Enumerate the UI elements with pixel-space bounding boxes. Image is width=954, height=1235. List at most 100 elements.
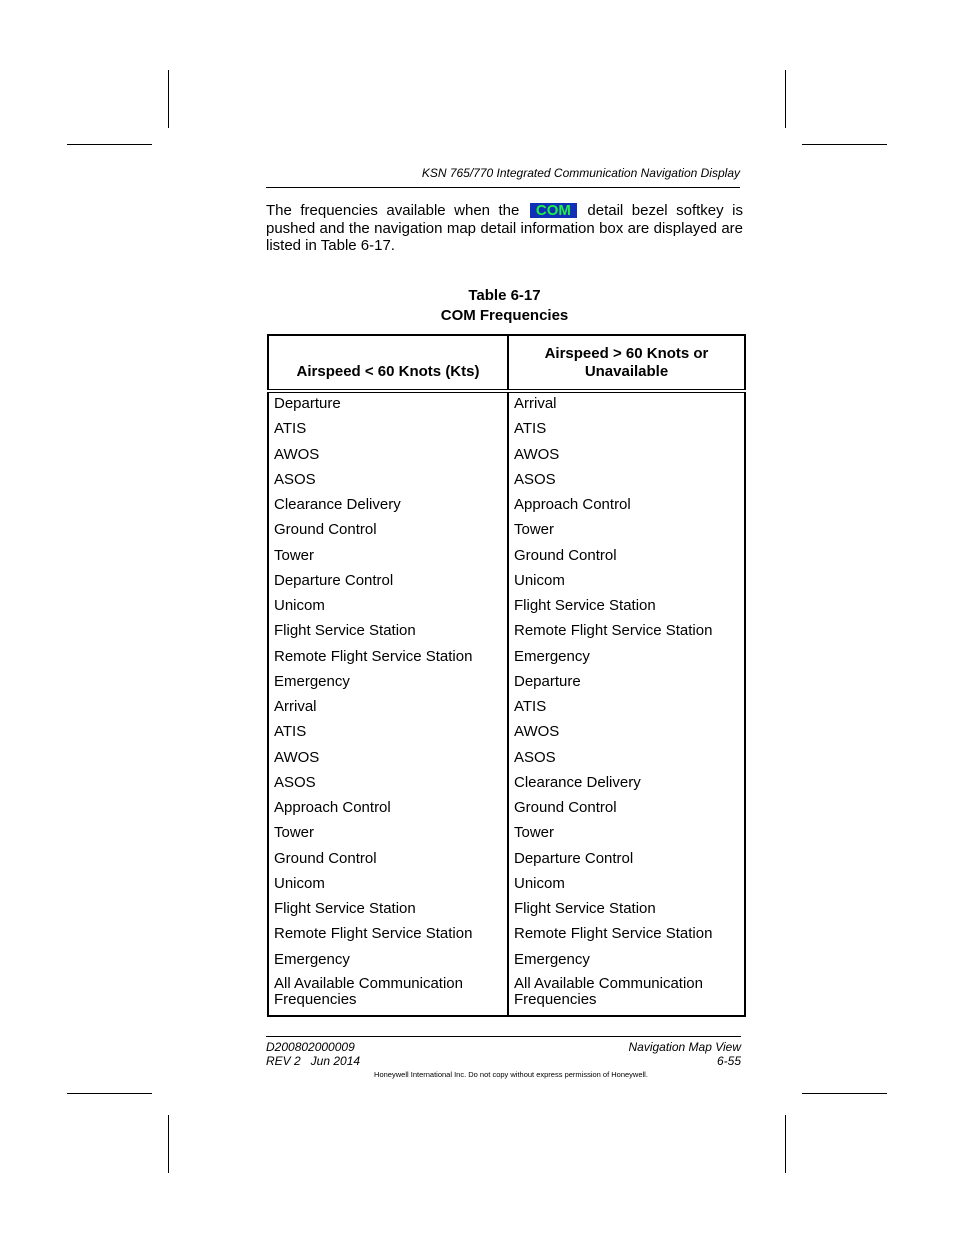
cell-low-airspeed: Unicom <box>268 595 509 621</box>
cell-low-airspeed: Ground Control <box>268 847 509 873</box>
table-row: Emergency Departure <box>268 670 745 696</box>
table-body: Departure Arrival ATIS ATIS AWOS AWOS ASOS ASOS… <box>268 391 745 1016</box>
crop-mark-top-left-vertical <box>168 70 169 128</box>
cell-low-airspeed: AWOS <box>268 746 509 772</box>
cell-high-airspeed: Flight Service Station <box>514 900 656 917</box>
cell-low-airspeed: Tower <box>268 544 509 570</box>
cell-low-airspeed: Emergency <box>268 948 509 974</box>
page-number: 6-55 <box>716 1054 741 1068</box>
com-frequencies-table: Airspeed < 60 Knots (Kts) Airspeed > 60 … <box>267 334 746 1017</box>
header-rule <box>266 187 740 188</box>
table-row: AWOS ASOS <box>268 746 745 772</box>
table-title: COM Frequencies <box>440 307 569 324</box>
cell-high-airspeed: Tower <box>514 824 555 842</box>
crop-mark-top-left-horizontal <box>67 144 152 145</box>
table-number: Table 6-17 <box>468 287 541 304</box>
cell-high-airspeed: AWOS <box>514 445 560 463</box>
cell-high-airspeed: Clearance Delivery <box>514 773 641 791</box>
table-row: Tower Ground Control <box>268 544 745 570</box>
footer-left: D200802000009 REV 2 Jun 2014 <box>266 1040 360 1068</box>
footer-right: Navigation Map View 6-55 <box>540 1040 741 1068</box>
cell-high-airspeed: Ground Control <box>514 546 617 564</box>
table-row: Remote Flight Service Station Emergency <box>268 645 745 671</box>
cell-high-airspeed: AWOS <box>514 723 560 741</box>
table-row: Emergency Emergency <box>268 948 745 974</box>
table-row: AWOS AWOS <box>268 443 745 469</box>
footer-rule <box>266 1036 741 1037</box>
cell-high-airspeed: ASOS <box>514 748 556 766</box>
table-row: Tower Tower <box>268 822 745 848</box>
cell-low-airspeed: Flight Service Station <box>268 898 509 924</box>
cell-high-airspeed: Arrival <box>514 395 557 412</box>
cell-high-airspeed: Approach Control <box>514 496 631 513</box>
table-row: Flight Service Station Flight Service Sta… <box>268 898 745 924</box>
table-row: Departure Arrival <box>268 391 745 419</box>
table-row: Ground Control Departure Control <box>268 847 745 873</box>
table-row: Ground Control Tower <box>268 519 745 545</box>
cell-high-airspeed: Tower <box>514 521 555 539</box>
cell-low-airspeed: Unicom <box>268 872 509 898</box>
crop-mark-bottom-right-horizontal <box>802 1093 887 1094</box>
column-header-high-airspeed: Airspeed > 60 Knots or Unavailable <box>508 335 745 393</box>
cell-high-airspeed: ASOS <box>514 470 556 488</box>
cell-high-airspeed: Ground Control <box>514 799 617 816</box>
cell-low-airspeed: Approach Control <box>268 797 509 823</box>
table-row: Flight Service Station Remote Flight Serv… <box>268 620 745 646</box>
table-row: Unicom Unicom <box>268 872 745 898</box>
crop-mark-bottom-left-horizontal <box>67 1093 152 1094</box>
table-row: ASOS Clearance Delivery <box>268 771 745 797</box>
document-number: D200802000009 <box>266 1040 355 1054</box>
table-row: Departure Control Unicom <box>268 569 745 595</box>
cell-high-airspeed: Unicom <box>514 571 565 589</box>
running-header: KSN 765/770 Integrated Communication Nav… <box>421 166 740 180</box>
table-caption: Table 6-17 COM Frequencies <box>266 286 743 326</box>
cell-high-airspeed: Flight Service Station <box>514 597 656 614</box>
table-row: All Available Communication Frequencies A… <box>268 973 745 1016</box>
cell-high-airspeed: All Available Communication Frequencies <box>514 974 703 1009</box>
cell-low-airspeed: Flight Service Station <box>268 620 509 646</box>
cell-high-airspeed: ATIS <box>514 698 547 715</box>
table-row: Unicom Flight Service Station <box>268 595 745 621</box>
cell-low-airspeed: ATIS <box>268 418 509 444</box>
cell-high-airspeed: Emergency <box>514 647 590 665</box>
cell-high-airspeed: ATIS <box>514 420 547 438</box>
intro-paragraph: The frequencies available when the COM d… <box>266 202 743 255</box>
cell-low-airspeed: ASOS <box>268 468 509 494</box>
table-row: ATIS AWOS <box>268 721 745 747</box>
cell-low-airspeed: Ground Control <box>268 519 509 545</box>
cell-low-airspeed: All Available Communication Frequencies <box>268 973 509 1016</box>
cell-low-airspeed: Remote Flight Service Station <box>268 923 509 949</box>
crop-mark-top-right-horizontal <box>802 144 887 145</box>
section-name: Navigation Map View <box>628 1040 741 1054</box>
cell-high-airspeed: Emergency <box>514 950 590 968</box>
crop-mark-bottom-left-vertical <box>168 1115 169 1173</box>
cell-low-airspeed: Remote Flight Service Station <box>268 645 509 671</box>
com-softkey-label: COM <box>529 203 577 218</box>
table-row: ASOS ASOS <box>268 468 745 494</box>
column-header-low-airspeed: Airspeed < 60 Knots (Kts) <box>268 335 509 393</box>
cell-low-airspeed: Departure <box>268 391 509 419</box>
cell-high-airspeed: Remote Flight Service Station <box>514 925 713 943</box>
intro-text-before: The frequencies available when the <box>266 202 528 219</box>
cell-low-airspeed: Clearance Delivery <box>268 494 509 520</box>
cell-low-airspeed: AWOS <box>268 443 509 469</box>
table-row: Arrival ATIS <box>268 696 745 722</box>
table-row: Clearance Delivery Approach Control <box>268 494 745 520</box>
cell-low-airspeed: Departure Control <box>268 569 509 595</box>
cell-high-airspeed: Unicom <box>514 874 565 892</box>
cell-low-airspeed: Tower <box>268 822 509 848</box>
cell-low-airspeed: Emergency <box>268 670 509 696</box>
cell-low-airspeed: ASOS <box>268 771 509 797</box>
cell-high-airspeed: Departure Control <box>514 849 634 867</box>
revision-date: REV 2 Jun 2014 <box>266 1054 361 1068</box>
crop-mark-bottom-right-vertical <box>785 1115 786 1173</box>
cell-low-airspeed: Arrival <box>268 696 509 722</box>
crop-mark-top-right-vertical <box>785 70 786 128</box>
cell-high-airspeed: Remote Flight Service Station <box>514 622 713 640</box>
cell-high-airspeed: Departure <box>514 672 581 690</box>
table-row: ATIS ATIS <box>268 418 745 444</box>
cell-low-airspeed: ATIS <box>268 721 509 747</box>
table-header-row: Airspeed < 60 Knots (Kts) Airspeed > 60 … <box>268 335 745 393</box>
table-row: Approach Control Ground Control <box>268 797 745 823</box>
copyright-notice: Honeywell International Inc. Do not copy… <box>374 1070 648 1079</box>
